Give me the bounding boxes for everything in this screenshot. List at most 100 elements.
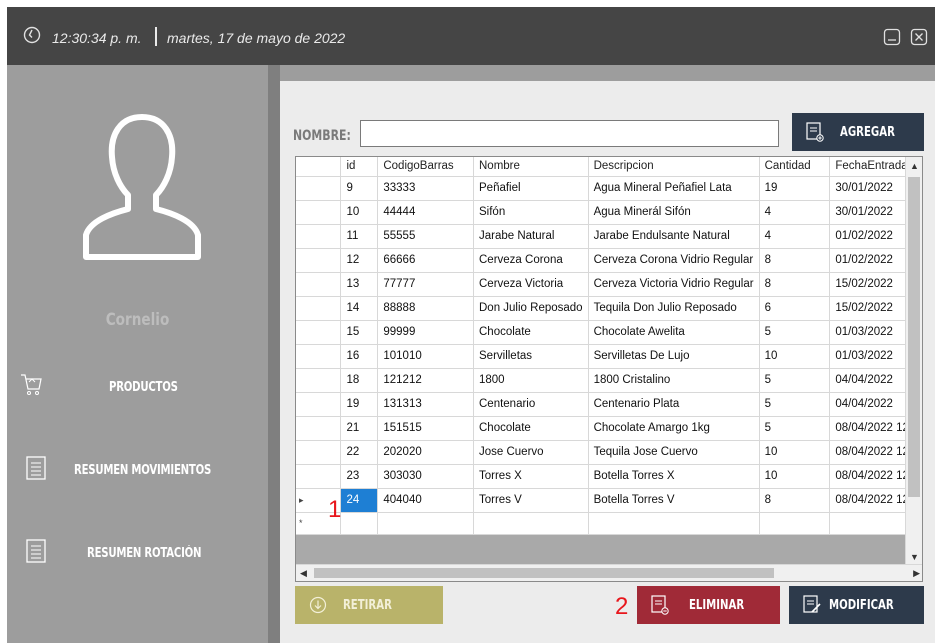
products-grid[interactable]: id CodigoBarras Nombre Descripcion Canti… (295, 156, 923, 582)
table-cell[interactable]: 1800 (473, 368, 589, 393)
table-cell[interactable]: 55555 (377, 224, 474, 249)
table-row[interactable]: 13 77777 Cerveza Victoria Cerveza Victoria … (296, 272, 922, 297)
row-header[interactable] (296, 296, 342, 321)
table-cell[interactable]: 101010 (377, 344, 474, 369)
column-header-cantidad[interactable]: Cantidad (759, 157, 831, 177)
table-row[interactable]: 23 303030 Torres X Botella Torres X 10 08/04/… (296, 464, 922, 489)
table-cell[interactable]: 10 (340, 200, 379, 225)
table-cell[interactable]: Chocolate Amargo 1kg (588, 416, 760, 441)
table-cell[interactable]: 23 (340, 464, 379, 489)
table-cell[interactable]: 16 (340, 344, 379, 369)
table-cell[interactable]: 24 (340, 488, 379, 513)
vertical-scroll-thumb[interactable] (908, 177, 920, 497)
table-row[interactable]: 16 101010 Servilletas Servilletas De Lujo 10… (296, 344, 922, 369)
row-header[interactable] (296, 272, 342, 297)
table-cell[interactable] (377, 512, 474, 535)
row-header[interactable] (296, 464, 342, 489)
table-cell[interactable] (759, 512, 831, 535)
table-cell[interactable]: 151515 (377, 416, 474, 441)
scroll-left-arrow-icon[interactable]: ◀ (300, 568, 307, 578)
table-cell[interactable]: Cerveza Victoria Vidrio Regular (588, 272, 760, 297)
table-cell[interactable]: 19 (759, 176, 831, 201)
table-cell[interactable]: 1800 Cristalino (588, 368, 760, 393)
table-cell[interactable]: Jarabe Endulsante Natural (588, 224, 760, 249)
table-cell[interactable]: 99999 (377, 320, 474, 345)
table-cell[interactable]: 15 (340, 320, 379, 345)
table-cell[interactable]: 8 (759, 488, 831, 513)
scroll-down-arrow-icon[interactable]: ▼ (910, 552, 919, 562)
table-row[interactable]: 15 99999 Chocolate Chocolate Awelita 5 01/03/… (296, 320, 922, 345)
table-cell[interactable]: Agua Minerál Sifón (588, 200, 760, 225)
close-icon[interactable] (910, 28, 928, 46)
table-row[interactable]: 18 121212 1800 1800 Cristalino 5 04/04/2022 (296, 368, 922, 393)
table-cell[interactable] (340, 512, 379, 535)
table-cell[interactable]: Don Julio Reposado (473, 296, 589, 321)
table-cell[interactable]: Chocolate Awelita (588, 320, 760, 345)
table-row[interactable]: 22 202020 Jose Cuervo Tequila Jose Cuervo 10… (296, 440, 922, 465)
table-cell[interactable]: 10 (759, 344, 831, 369)
table-cell[interactable]: Jarabe Natural (473, 224, 589, 249)
table-cell[interactable]: 4 (759, 224, 831, 249)
table-cell[interactable]: Sifón (473, 200, 589, 225)
table-row[interactable]: 11 55555 Jarabe Natural Jarabe Endulsante N… (296, 224, 922, 249)
table-cell[interactable]: 10 (759, 464, 831, 489)
retirar-button[interactable]: RETIRAR (295, 586, 443, 624)
eliminar-button[interactable]: ELIMINAR (637, 586, 780, 624)
horizontal-scroll-thumb[interactable] (314, 568, 774, 578)
table-cell[interactable] (588, 512, 760, 535)
row-header[interactable] (296, 440, 342, 465)
table-cell[interactable]: Centenario (473, 392, 589, 417)
table-cell[interactable]: Chocolate (473, 320, 589, 345)
table-cell[interactable]: Cerveza Corona Vidrio Regular (588, 248, 760, 273)
table-row[interactable]: ▸ 24 404040 Torres V Botella Torres V 8 08/04/… (296, 488, 922, 513)
table-cell[interactable]: Centenario Plata (588, 392, 760, 417)
table-cell[interactable]: 13 (340, 272, 379, 297)
vertical-scrollbar[interactable]: ▲ ▼ (905, 157, 922, 564)
table-cell[interactable]: 131313 (377, 392, 474, 417)
table-cell[interactable]: 19 (340, 392, 379, 417)
new-row[interactable]: * (296, 512, 922, 535)
table-cell[interactable]: 11 (340, 224, 379, 249)
table-cell[interactable]: Tequila Don Julio Reposado (588, 296, 760, 321)
table-cell[interactable]: 202020 (377, 440, 474, 465)
table-row[interactable]: 19 131313 Centenario Centenario Plata 5 04/04… (296, 392, 922, 417)
agregar-button[interactable]: AGREGAR (792, 113, 924, 151)
table-cell[interactable]: Tequila Jose Cuervo (588, 440, 760, 465)
table-cell[interactable]: 12 (340, 248, 379, 273)
row-header[interactable] (296, 176, 342, 201)
table-cell[interactable]: Jose Cuervo (473, 440, 589, 465)
table-cell[interactable]: 22 (340, 440, 379, 465)
row-header[interactable] (296, 344, 342, 369)
table-cell[interactable]: 8 (759, 248, 831, 273)
table-cell[interactable]: Cerveza Victoria (473, 272, 589, 297)
table-cell[interactable]: 66666 (377, 248, 474, 273)
table-cell[interactable]: 44444 (377, 200, 474, 225)
table-cell[interactable]: 5 (759, 368, 831, 393)
table-cell[interactable]: Peñafiel (473, 176, 589, 201)
table-row[interactable]: 14 88888 Don Julio Reposado Tequila Don Jul… (296, 296, 922, 321)
table-cell[interactable]: 33333 (377, 176, 474, 201)
modificar-button[interactable]: MODIFICAR (789, 586, 924, 624)
table-cell[interactable]: 121212 (377, 368, 474, 393)
table-cell[interactable]: Torres V (473, 488, 589, 513)
table-cell[interactable]: 10 (759, 440, 831, 465)
sidebar-item-resumen-rotacion[interactable]: RESUMEN ROTACIÓN (7, 535, 268, 571)
table-cell[interactable]: 5 (759, 392, 831, 417)
table-cell[interactable]: 404040 (377, 488, 474, 513)
scroll-up-arrow-icon[interactable]: ▲ (910, 161, 919, 171)
table-cell[interactable]: Chocolate (473, 416, 589, 441)
table-cell[interactable]: Torres X (473, 464, 589, 489)
table-row[interactable]: 12 66666 Cerveza Corona Cerveza Corona Vidr… (296, 248, 922, 273)
table-cell[interactable]: Servilletas De Lujo (588, 344, 760, 369)
table-cell[interactable]: 5 (759, 320, 831, 345)
column-header-codigobarras[interactable]: CodigoBarras (377, 157, 474, 177)
table-cell[interactable]: Botella Torres X (588, 464, 760, 489)
sidebar-item-resumen-movimientos[interactable]: RESUMEN MOVIMIENTOS (7, 452, 268, 488)
table-row[interactable]: 10 44444 Sifón Agua Minerál Sifón 4 30/01/202… (296, 200, 922, 225)
horizontal-scrollbar[interactable]: ◀ ▶ (296, 564, 922, 581)
column-header-nombre[interactable]: Nombre (473, 157, 589, 177)
table-cell[interactable]: Agua Mineral Peñafiel Lata (588, 176, 760, 201)
minimize-icon[interactable] (883, 28, 901, 46)
table-cell[interactable]: 88888 (377, 296, 474, 321)
row-header[interactable] (296, 320, 342, 345)
